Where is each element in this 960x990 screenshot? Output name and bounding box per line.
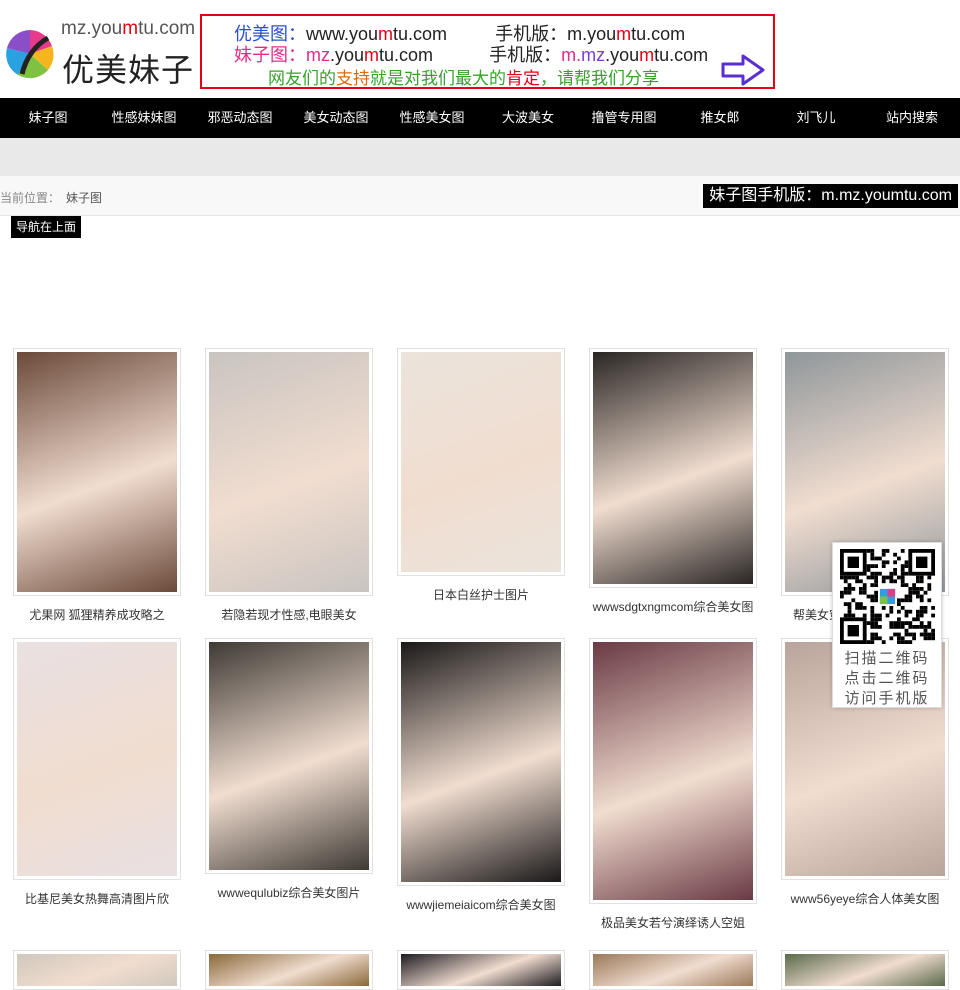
breadcrumb: 当前位置： 妹子图 bbox=[0, 189, 102, 206]
gallery-thumbnail[interactable] bbox=[397, 950, 565, 990]
photo-image bbox=[401, 642, 561, 882]
nav-item-xinggan-meinv[interactable]: 性感美女图 bbox=[384, 98, 480, 138]
nav-item-site-search[interactable]: 站内搜索 bbox=[864, 98, 960, 138]
photo-image bbox=[593, 642, 753, 900]
photo-image bbox=[593, 352, 753, 584]
main-nav: 妹子图 性感妹妹图 邪恶动态图 美女动态图 性感美女图 大波美女 撸管专用图 推… bbox=[0, 98, 960, 138]
breadcrumb-current[interactable]: 妹子图 bbox=[66, 191, 102, 205]
nav-item-tuinvlang[interactable]: 推女郎 bbox=[672, 98, 768, 138]
qr-text-click: 点击二维码 bbox=[844, 670, 930, 687]
site-header: mz.youmtu.com 优美妹子 优美图：www.youmtu.com 手机… bbox=[0, 0, 960, 98]
photo-image bbox=[17, 954, 177, 986]
breadcrumb-label: 当前位置： bbox=[0, 191, 61, 205]
photo-image bbox=[209, 954, 369, 986]
gallery-thumbnail[interactable] bbox=[589, 950, 757, 990]
gallery-thumbnail[interactable] bbox=[589, 638, 757, 904]
nav-item-xinggan-meimei[interactable]: 性感妹妹图 bbox=[96, 98, 192, 138]
domain-ad-banner[interactable]: 优美图：www.youmtu.com 手机版：m.youmtu.com 妹子图：… bbox=[200, 14, 775, 89]
nav-above-tag: 导航在上面 bbox=[11, 216, 82, 238]
arrow-right-icon bbox=[721, 54, 765, 86]
ad-band bbox=[0, 138, 960, 176]
logo-pinwheel-icon bbox=[6, 30, 54, 79]
nav-item-luguan[interactable]: 撸管专用图 bbox=[576, 98, 672, 138]
qr-text-scan: 扫描二维码 bbox=[844, 650, 930, 667]
photo-image bbox=[209, 642, 369, 870]
qr-code-widget[interactable]: 扫描二维码 点击二维码 访问手机版 bbox=[832, 542, 942, 708]
gallery-thumbnail[interactable] bbox=[13, 950, 181, 990]
gallery-thumbnail[interactable] bbox=[13, 348, 181, 596]
photo-image bbox=[593, 954, 753, 986]
photo-image bbox=[209, 352, 369, 592]
gallery-thumbnail[interactable] bbox=[205, 348, 373, 596]
gallery-caption[interactable]: 日本白丝护士图片 bbox=[377, 586, 585, 603]
gallery-caption[interactable]: 比基尼美女热舞高清图片欣 bbox=[0, 890, 201, 907]
gallery-thumbnail[interactable] bbox=[205, 638, 373, 874]
gallery-caption[interactable]: 若隐若现才性感,电眼美女 bbox=[185, 606, 393, 623]
gallery-thumbnail[interactable] bbox=[13, 638, 181, 880]
gallery-thumbnail[interactable] bbox=[205, 950, 373, 990]
gallery-caption[interactable]: wwwjiemeiaicom综合美女图 bbox=[377, 896, 585, 913]
gallery-caption[interactable]: wwwequlubiz综合美女图片 bbox=[185, 884, 393, 901]
nav-item-dabo-meinv[interactable]: 大波美女 bbox=[480, 98, 576, 138]
nav-item-liufeier[interactable]: 刘飞儿 bbox=[768, 98, 864, 138]
gallery-thumbnail[interactable] bbox=[397, 638, 565, 886]
photo-image bbox=[785, 954, 945, 986]
logo-title: 优美妹子 bbox=[62, 51, 195, 89]
gallery-caption[interactable]: 尤果网 狐狸精养成攻略之 bbox=[0, 606, 201, 623]
site-logo[interactable]: mz.youmtu.com 优美妹子 bbox=[4, 18, 196, 89]
mobile-site-tag[interactable]: 妹子图手机版：m.mz.youmtu.com bbox=[703, 184, 958, 208]
nav-item-meinv-dongtai[interactable]: 美女动态图 bbox=[288, 98, 384, 138]
photo-image bbox=[17, 642, 177, 876]
gallery-thumbnail[interactable] bbox=[781, 950, 949, 990]
ad-line-share-message: 网友们的支持就是对我们最大的肯定，请帮我们分享 bbox=[268, 69, 659, 88]
nav-item-meizitu[interactable]: 妹子图 bbox=[0, 98, 96, 138]
photo-image bbox=[401, 352, 561, 572]
nav-item-xiee-dongtai[interactable]: 邪恶动态图 bbox=[192, 98, 288, 138]
gallery-thumbnail[interactable] bbox=[589, 348, 757, 588]
qr-text-visit: 访问手机版 bbox=[844, 690, 930, 707]
breadcrumb-bar: 当前位置： 妹子图 妹子图手机版：m.mz.youmtu.com bbox=[0, 176, 960, 216]
gallery-caption[interactable]: www56yeye综合人体美女图 bbox=[761, 890, 960, 907]
photo-image bbox=[17, 352, 177, 592]
gallery-caption[interactable]: 极品美女若兮演绎诱人空姐 bbox=[569, 914, 777, 931]
photo-image bbox=[401, 954, 561, 986]
gallery-caption[interactable]: wwwsdgtxngmcom综合美女图 bbox=[569, 598, 777, 615]
logo-url: mz.youmtu.com bbox=[61, 18, 196, 39]
qr-code-icon bbox=[840, 549, 935, 644]
gallery-thumbnail[interactable] bbox=[397, 348, 565, 576]
